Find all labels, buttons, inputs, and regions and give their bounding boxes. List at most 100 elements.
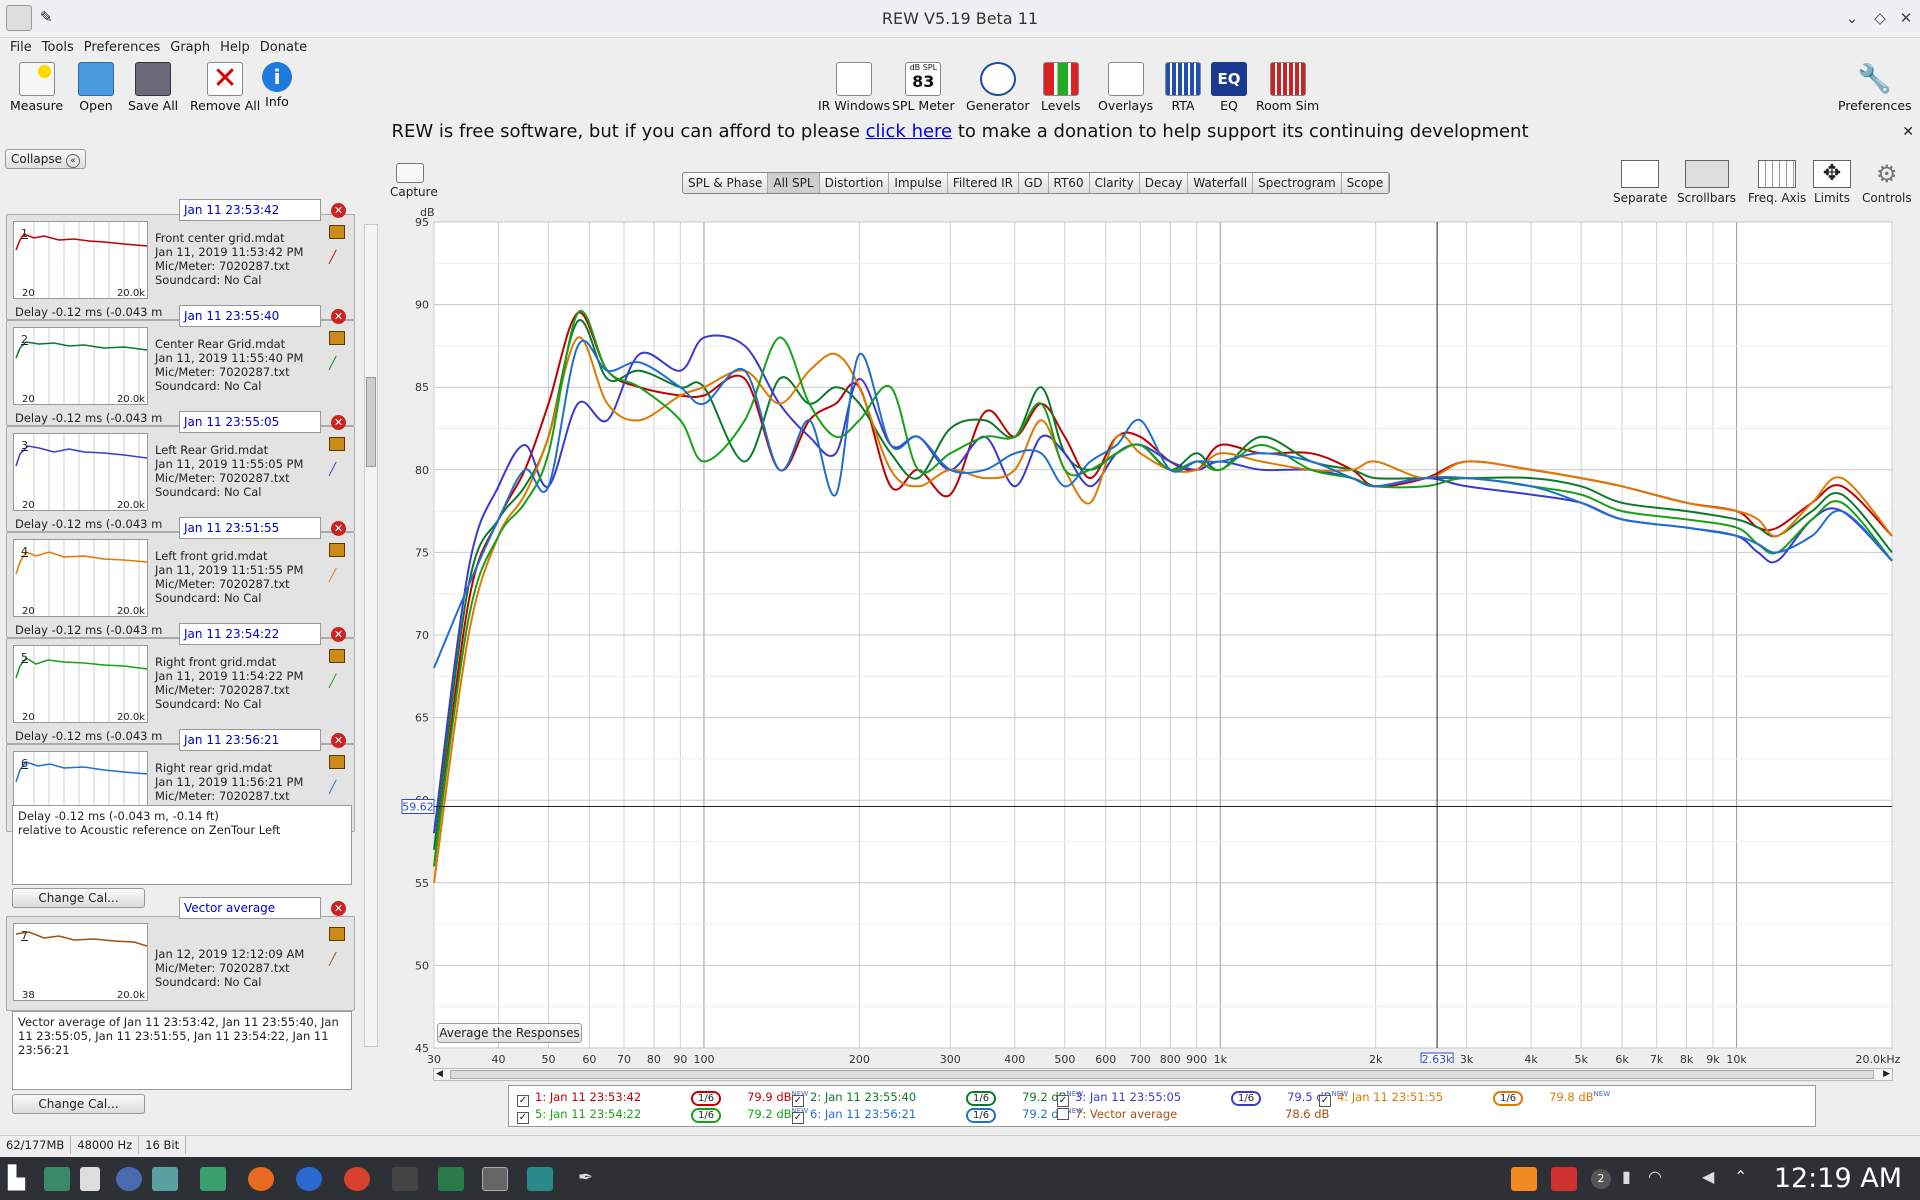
tab-rt60[interactable]: RT60: [1049, 173, 1090, 193]
rew-taskbar-icon[interactable]: [482, 1167, 508, 1191]
ir-windows-button[interactable]: IR Windows: [818, 62, 890, 113]
legend-item[interactable]: 7: Vector average 78.6 dB: [1057, 1107, 1329, 1121]
legend-checkbox[interactable]: ✓: [1319, 1095, 1331, 1107]
calculator-icon[interactable]: [392, 1167, 418, 1191]
tray-badge[interactable]: 2: [1591, 1169, 1611, 1189]
measurement-plot-icon[interactable]: [329, 755, 345, 769]
measurement-plot-icon[interactable]: [329, 543, 345, 557]
chrome-icon[interactable]: [344, 1167, 370, 1191]
legend-smoothing[interactable]: 1/6: [966, 1108, 997, 1123]
legend-checkbox[interactable]: ✓: [792, 1112, 804, 1124]
tab-decay[interactable]: Decay: [1140, 173, 1189, 193]
tab-impulse[interactable]: Impulse: [889, 173, 948, 193]
tab-all-spl[interactable]: All SPL: [768, 173, 820, 193]
legend-item[interactable]: ✓ 3: Jan 11 23:55:05 1/6 79.5 dBNEW: [1057, 1090, 1348, 1107]
spl-meter-button[interactable]: dB SPL 83 SPL Meter: [892, 62, 955, 113]
delete-measurement-icon[interactable]: ✕: [331, 415, 346, 430]
legend-checkbox[interactable]: ✓: [792, 1095, 804, 1107]
delete-measurement-icon[interactable]: ✕: [331, 901, 346, 916]
delete-measurement-icon[interactable]: ✕: [331, 733, 346, 748]
measurement-name-field[interactable]: Jan 11 23:54:22: [179, 623, 321, 645]
legend-item[interactable]: ✓ 6: Jan 11 23:56:21 1/6 79.2 dBNEW: [792, 1107, 1083, 1124]
scrollbar-thumb[interactable]: [366, 377, 376, 467]
tab-clarity[interactable]: Clarity: [1090, 173, 1140, 193]
eq-button[interactable]: EQ EQ: [1211, 62, 1247, 113]
measurement-card-7[interactable]: Vector average ✕ 7 38 20.0k Jan 12, 2019…: [6, 897, 355, 1011]
vector-average-notes[interactable]: Vector average of Jan 11 23:53:42, Jan 1…: [12, 1011, 352, 1090]
tray-app-icon[interactable]: [1511, 1167, 1537, 1191]
tab-filtered-ir[interactable]: Filtered IR: [948, 173, 1019, 193]
legend-item[interactable]: ✓ 2: Jan 11 23:55:40 1/6 79.2 dBNEW: [792, 1090, 1083, 1107]
tab-spl-phase[interactable]: SPL & Phase: [683, 173, 769, 193]
legend-smoothing[interactable]: 1/6: [966, 1091, 997, 1106]
measurement-plot-icon[interactable]: [329, 225, 345, 239]
measurement-plot-icon[interactable]: [329, 927, 345, 941]
info-button[interactable]: i Info: [262, 62, 292, 109]
measurement-color-icon[interactable]: ╱: [329, 250, 345, 264]
measure-button[interactable]: Measure: [10, 62, 63, 113]
change-cal-button-7[interactable]: Change Cal...: [12, 1094, 145, 1114]
legend-checkbox[interactable]: ✓: [1057, 1095, 1069, 1107]
tab-scope[interactable]: Scope: [1342, 173, 1390, 193]
delete-measurement-icon[interactable]: ✕: [331, 203, 346, 218]
close-icon[interactable]: ✕: [1894, 6, 1918, 30]
measurement-color-icon[interactable]: ╱: [329, 952, 345, 966]
tab-gd[interactable]: GD: [1019, 173, 1049, 193]
measurements-scrollbar[interactable]: [364, 224, 378, 1047]
freq-axis-button[interactable]: Freq. Axis: [1748, 160, 1806, 205]
tab-spectrogram[interactable]: Spectrogram: [1253, 173, 1342, 193]
legend-item[interactable]: ✓ 4: Jan 11 23:51:55 1/6 79.8 dBNEW: [1319, 1090, 1610, 1107]
save-all-button[interactable]: Save All: [128, 62, 178, 113]
menu-help[interactable]: Help: [220, 38, 250, 55]
measurement-color-icon[interactable]: ╱: [329, 568, 345, 582]
change-cal-button[interactable]: Change Cal...: [12, 888, 145, 908]
legend-smoothing[interactable]: 1/6: [1493, 1091, 1524, 1106]
volume-icon[interactable]: ◀: [1702, 1167, 1728, 1191]
generator-button[interactable]: Generator: [966, 62, 1029, 113]
menu-graph[interactable]: Graph: [170, 38, 210, 55]
maximize-icon[interactable]: ◇: [1868, 6, 1892, 30]
headphones-icon[interactable]: [116, 1167, 142, 1191]
remove-all-button[interactable]: ✕ Remove All: [190, 62, 260, 113]
measurement-name-field[interactable]: Jan 11 23:51:55: [179, 517, 321, 539]
legend-item[interactable]: ✓5: Jan 11 23:54:221/679.2 dBNEW: [517, 1107, 808, 1124]
thunderbird-icon[interactable]: [296, 1167, 322, 1191]
measurement-color-icon[interactable]: ╱: [329, 674, 345, 688]
wifi-icon[interactable]: ◠: [1648, 1167, 1674, 1191]
open-button[interactable]: Open: [78, 62, 114, 113]
measurement-thumbnail[interactable]: 5 20 20.0k: [13, 645, 148, 723]
legend-smoothing[interactable]: 1/6: [1231, 1091, 1262, 1106]
delete-measurement-icon[interactable]: ✕: [331, 309, 346, 324]
legend-smoothing[interactable]: 1/6: [691, 1108, 722, 1123]
collapse-button[interactable]: Collapse «: [5, 149, 86, 169]
measurement-color-icon[interactable]: ╱: [329, 356, 345, 370]
battery-icon[interactable]: ▮: [1622, 1167, 1648, 1191]
tray-expand-icon[interactable]: ⌃: [1734, 1167, 1760, 1191]
hscroll-left-arrow[interactable]: ◀: [436, 1069, 443, 1079]
separate-button[interactable]: Separate: [1613, 160, 1667, 205]
overlays-button[interactable]: Overlays: [1098, 62, 1153, 113]
controls-button[interactable]: ⚙ Controls: [1862, 160, 1912, 205]
measurement-thumbnail[interactable]: 7 38 20.0k: [13, 923, 148, 1001]
measurement-thumbnail[interactable]: 2 20 20.0k: [13, 327, 148, 405]
levels-button[interactable]: Levels: [1041, 62, 1081, 113]
files-icon[interactable]: [200, 1167, 226, 1191]
hscroll-right-arrow[interactable]: ▶: [1883, 1069, 1890, 1079]
measurement-plot-icon[interactable]: [329, 649, 345, 663]
menu-tools[interactable]: Tools: [42, 38, 74, 55]
clock[interactable]: 12:19 AM: [1774, 1163, 1902, 1194]
measurement-name-field[interactable]: Jan 11 23:53:42: [179, 199, 321, 221]
measurement-name-field[interactable]: Vector average: [179, 897, 321, 919]
tray-calendar-icon[interactable]: [1551, 1167, 1577, 1191]
donation-link[interactable]: click here: [866, 121, 953, 142]
screenshot-icon[interactable]: [527, 1167, 553, 1191]
measurement-plot-icon[interactable]: [329, 331, 345, 345]
spl-chart[interactable]: 9590858075706560555045dB3040506070809010…: [390, 205, 1910, 1063]
delete-measurement-icon[interactable]: ✕: [331, 627, 346, 642]
tab-distortion[interactable]: Distortion: [820, 173, 890, 193]
measurement-thumbnail[interactable]: 4 20 20.0k: [13, 539, 148, 617]
legend-checkbox[interactable]: ✓: [517, 1095, 529, 1107]
measurement-thumbnail[interactable]: 1 20 20.0k: [13, 221, 148, 299]
desktop-icon[interactable]: [44, 1167, 70, 1191]
legend-smoothing[interactable]: 1/6: [691, 1091, 722, 1106]
